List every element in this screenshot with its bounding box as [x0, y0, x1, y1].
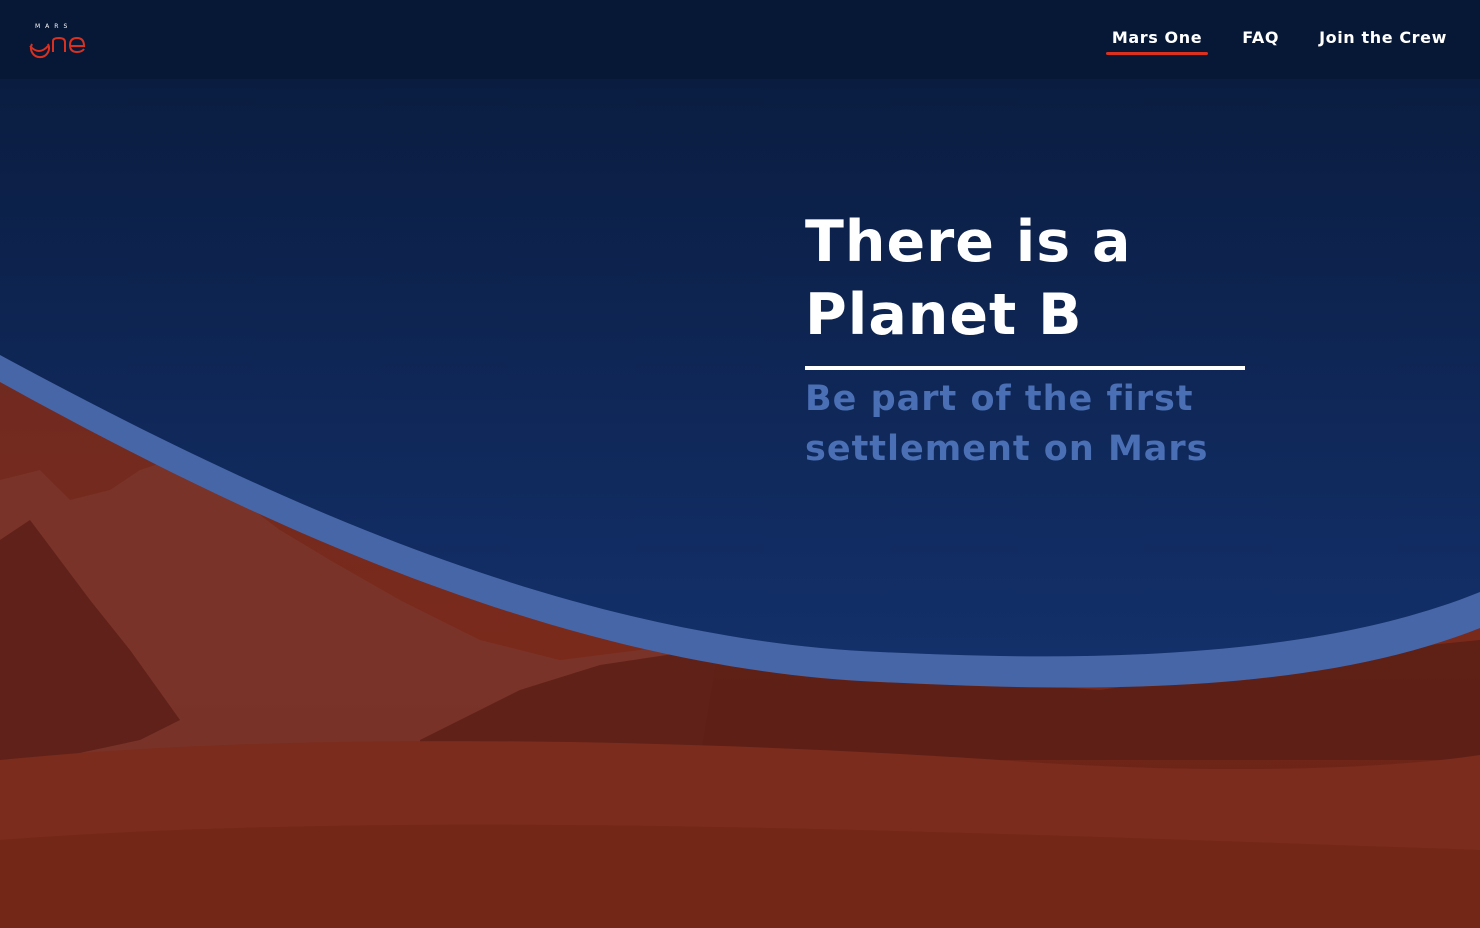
hero-title-line-2: Planet B	[805, 282, 1083, 348]
mars-one-logo[interactable]: MARS	[26, 20, 90, 60]
top-navbar: MARS Mars One FAQ Join the Crew	[0, 0, 1480, 79]
hero-section: There is a Planet B Be part of the first…	[805, 206, 1255, 474]
svg-text:MARS: MARS	[35, 23, 72, 30]
hero-subtitle-line-2: settlement on Mars	[805, 429, 1209, 469]
logo-icon: MARS	[29, 23, 86, 59]
nav-link-faq[interactable]: FAQ	[1242, 26, 1279, 55]
hero-title: There is a Planet B	[805, 206, 1245, 352]
nav-link-mars-one[interactable]: Mars One	[1105, 26, 1209, 55]
hero-divider	[805, 366, 1245, 370]
main-nav: Mars One FAQ Join the Crew	[1105, 26, 1447, 55]
hero-background	[0, 0, 1480, 928]
hero-subtitle-line-1: Be part of the first	[805, 379, 1194, 419]
hero-subtitle: Be part of the first settlement on Mars	[805, 374, 1255, 474]
hero-title-line-1: There is a	[805, 209, 1132, 275]
nav-link-join-the-crew[interactable]: Join the Crew	[1319, 26, 1447, 55]
